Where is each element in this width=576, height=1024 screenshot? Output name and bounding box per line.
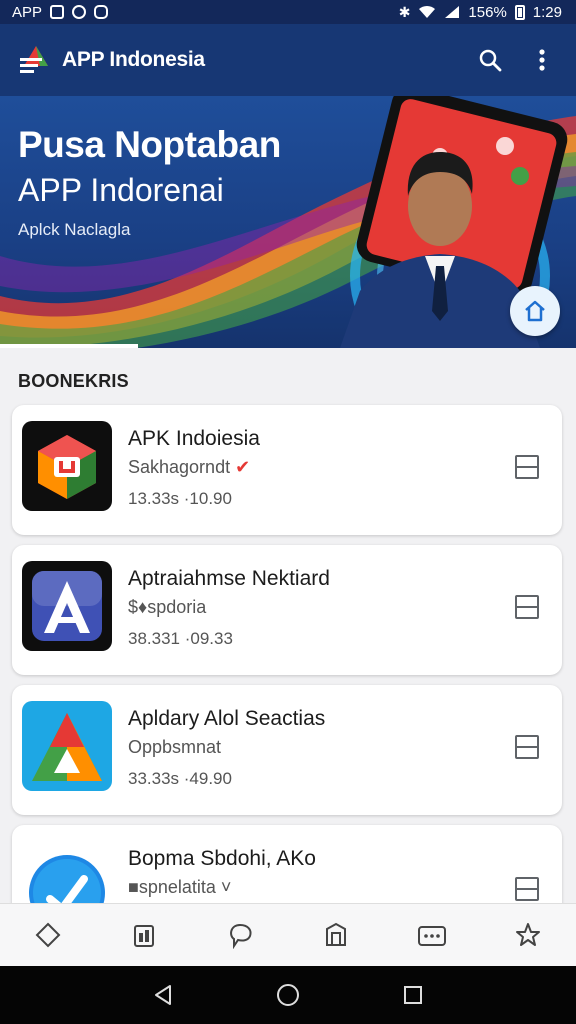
letter-a-logo-icon (32, 571, 102, 641)
battery-icon (514, 4, 525, 20)
chat-icon (230, 923, 252, 949)
signal-icon (445, 6, 460, 18)
back-icon (154, 985, 171, 1005)
status-time: 1:29 (532, 3, 562, 21)
app-bar: APP Indonesia (0, 24, 576, 96)
app-publisher: Sakhagorndt ✔ (128, 457, 251, 477)
app-card[interactable]: Aptraiahmse Nektiard $♦spdoria 38.331 ·0… (12, 545, 562, 675)
search-icon (479, 49, 502, 72)
banner-page-indicator (0, 344, 138, 348)
app-card[interactable]: APK Indoiesia Sakhagorndt ✔ 13.33s ·10.9… (12, 405, 562, 535)
promo-banner[interactable]: Pusa Noptaban APP Indorenai Aplck Naclag… (0, 96, 576, 348)
app-name: Bopma Sbdohi, AKo (128, 847, 316, 870)
app-logo-icon (20, 46, 48, 73)
nav-apps[interactable] (114, 910, 174, 960)
app-thumbnail (22, 421, 112, 511)
home-fab-button[interactable] (510, 286, 560, 336)
nav-chat[interactable] (210, 910, 270, 960)
more-options-button[interactable] (522, 40, 562, 80)
app-thumbnail (22, 561, 112, 651)
banner-title: Pusa Noptaban (18, 124, 281, 165)
status-bar: APP ✱ 156% 1:29 (0, 0, 576, 24)
app-thumbnail (22, 701, 112, 791)
bottom-navigation (0, 903, 576, 966)
app-name: Apldary Alol Seactias (128, 707, 326, 730)
cube-logo-icon (38, 435, 96, 499)
home-icon (525, 300, 545, 322)
app-publisher: Oppbsmnat (128, 737, 222, 757)
recents-icon (404, 986, 423, 1004)
nav-messages[interactable] (402, 910, 462, 960)
app-meta: 13.33s ·10.90 (128, 489, 232, 508)
banner-caption: Aplck Naclagla (18, 220, 131, 239)
app-title: APP Indonesia (62, 48, 205, 71)
apps-icon (134, 925, 154, 947)
notification-icon (50, 5, 65, 19)
app-name: APK Indoiesia (128, 427, 260, 450)
home-button[interactable] (268, 975, 308, 1015)
save-button[interactable] (515, 455, 539, 479)
app-name: Aptraiahmse Nektiard (128, 567, 330, 590)
bluetooth-icon: ✱ (398, 4, 411, 20)
more-vert-icon (539, 49, 545, 71)
app-publisher: ■spnelatita ˅ (128, 877, 232, 897)
banner-subtitle: APP Indorenai (18, 172, 224, 208)
section-title: BOONEKRIS (18, 371, 129, 391)
carrier-label: APP (12, 3, 43, 21)
trending-icon: ✔ (235, 457, 251, 477)
triangle-logo-icon (32, 713, 102, 781)
save-button[interactable] (515, 735, 539, 759)
save-button[interactable] (515, 595, 539, 619)
nav-library[interactable] (306, 910, 366, 960)
library-icon (326, 922, 346, 946)
app-meta: 38.331 ·09.33 (128, 629, 233, 648)
battery-percent: 156% (468, 3, 507, 21)
home-circle-icon (276, 984, 299, 1006)
app-publisher: $♦spdoria (128, 597, 207, 617)
recents-button[interactable] (393, 975, 433, 1015)
search-button[interactable] (470, 40, 510, 80)
nav-home[interactable] (18, 910, 78, 960)
system-navigation-bar (0, 966, 576, 1024)
diamond-icon (35, 922, 61, 948)
message-notification-icon (94, 5, 109, 19)
star-icon (516, 923, 540, 946)
app-card[interactable]: Apldary Alol Seactias Oppbsmnat 33.33s ·… (12, 685, 562, 815)
save-button[interactable] (515, 877, 539, 901)
camera-notification-icon (72, 5, 87, 19)
app-meta: 33.33s ·49.90 (128, 769, 232, 788)
message-icon (418, 926, 446, 946)
wifi-icon (419, 5, 436, 18)
back-button[interactable] (143, 975, 183, 1015)
nav-favorites[interactable] (498, 910, 558, 960)
